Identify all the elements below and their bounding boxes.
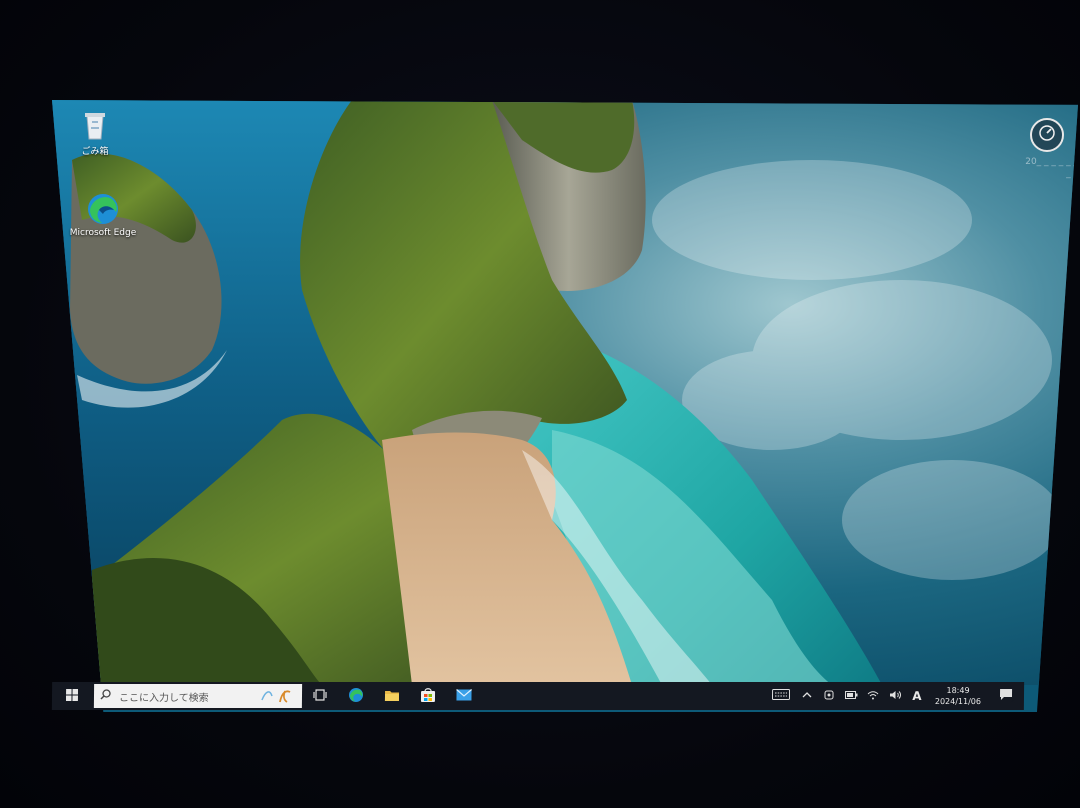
wifi-icon — [867, 690, 879, 703]
chevron-up-icon — [802, 691, 812, 702]
mail-icon — [456, 688, 472, 704]
desktop-icon-microsoft-edge[interactable]: Microsoft Edge — [68, 192, 138, 238]
store-icon — [420, 687, 436, 706]
battery-icon — [844, 690, 858, 703]
taskbar-mail-button[interactable] — [446, 682, 482, 710]
corner-overlay-button[interactable] — [1030, 118, 1064, 152]
desktop-icon-label: Microsoft Edge — [69, 228, 137, 238]
search-box[interactable]: ここに入力して検索 — [93, 684, 303, 708]
task-view-button[interactable] — [302, 682, 338, 710]
taskbar: ここに入力して検索 A 18:49 2024/11/06 2 — [51, 682, 1025, 710]
network-button[interactable] — [862, 682, 884, 710]
taskbar-file-explorer-button[interactable] — [374, 682, 410, 710]
tray-app-button[interactable] — [818, 682, 840, 710]
speaker-icon — [888, 690, 901, 703]
volume-button[interactable] — [884, 682, 906, 710]
ime-mode-indicator[interactable]: A — [906, 682, 928, 710]
search-highlight-icon — [256, 686, 296, 707]
recycle-bin-icon — [78, 108, 112, 142]
desktop-screen: ごみ箱 Microsoft Edge 20_ _ _ _ _ _ _ _ — [52, 100, 1078, 712]
notification-count-badge: 2 — [1010, 697, 1015, 705]
desktop-wallpaper — [52, 100, 1078, 685]
task-view-icon — [313, 688, 327, 704]
meet-now-icon — [823, 689, 835, 704]
clock-gauge-icon — [1038, 124, 1056, 146]
start-button[interactable] — [52, 682, 92, 710]
taskbar-store-button[interactable] — [410, 682, 446, 710]
clock-time: 18:49 — [946, 686, 970, 695]
desktop-icon-label: ごみ箱 — [81, 147, 109, 157]
edge-icon — [348, 687, 364, 706]
clock[interactable]: 18:49 2024/11/06 — [928, 685, 988, 707]
search-placeholder: ここに入力して検索 — [118, 692, 209, 704]
clock-date: 2024/11/06 — [934, 697, 982, 706]
windows-logo-icon — [65, 688, 79, 704]
touch-keyboard-button[interactable] — [766, 682, 796, 710]
desktop-icon-recycle-bin[interactable]: ごみ箱 — [60, 108, 130, 157]
edge-icon — [86, 192, 120, 226]
tray-overflow-button[interactable] — [796, 682, 818, 710]
action-center-button[interactable]: 2 — [988, 682, 1024, 710]
search-icon — [100, 689, 111, 703]
battery-button[interactable] — [840, 682, 862, 710]
taskbar-edge-button[interactable] — [338, 682, 374, 710]
activation-watermark: 20_ _ _ _ _ _ _ _ — [1025, 157, 1078, 179]
keyboard-icon — [771, 689, 791, 703]
file-explorer-icon — [384, 688, 400, 705]
